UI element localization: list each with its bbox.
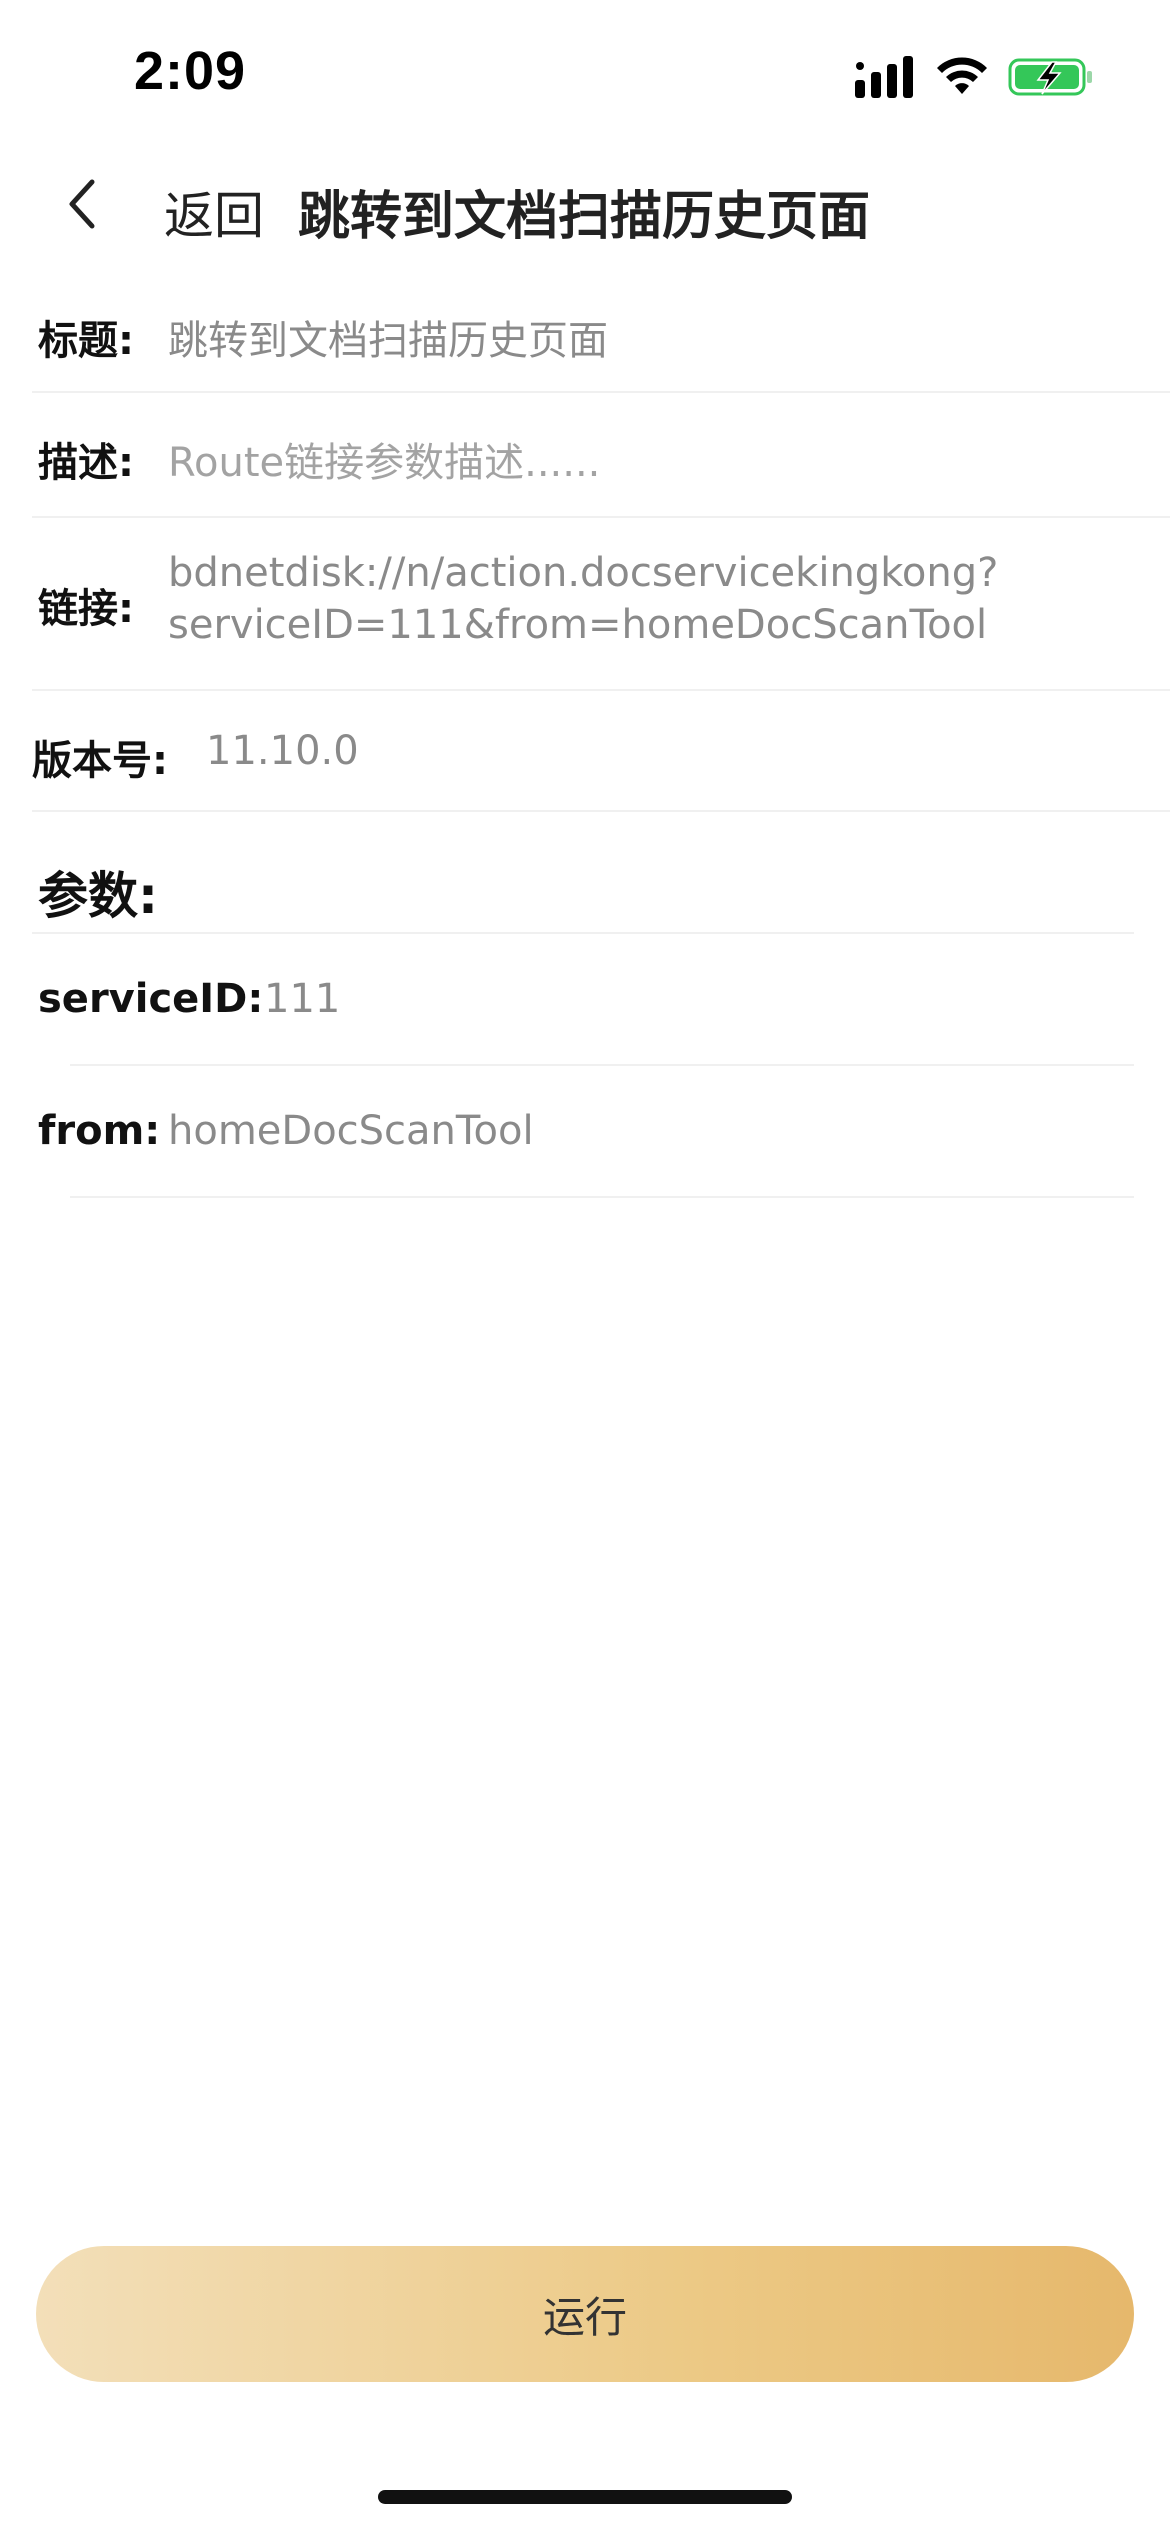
desc-label: 描述:	[38, 440, 134, 486]
title-row: 标题: 跳转到文档扫描历史页面	[32, 300, 1170, 390]
link-line-2[interactable]: serviceID=111&from=homeDocScanTool	[168, 602, 987, 648]
divider	[32, 689, 1170, 691]
run-button[interactable]: 运行	[36, 2246, 1134, 2382]
cellular-signal-icon	[855, 56, 913, 98]
divider	[70, 1064, 1134, 1066]
divider	[32, 932, 1134, 934]
home-indicator[interactable]	[378, 2490, 792, 2504]
divider	[32, 810, 1170, 812]
version-label: 版本号:	[32, 738, 168, 784]
link-label: 链接:	[38, 586, 134, 632]
link-row: 链接: bdnetdisk://n/action.docservicekingk…	[32, 548, 1170, 678]
title-field[interactable]: 跳转到文档扫描历史页面	[168, 308, 608, 366]
title-label: 标题:	[38, 318, 134, 364]
back-button[interactable]: 返回	[164, 176, 264, 248]
run-button-label: 运行	[542, 2292, 627, 2342]
param-key: serviceID:	[38, 976, 264, 1022]
divider	[32, 391, 1170, 393]
param-value-field[interactable]: 111	[264, 976, 340, 1022]
divider	[70, 1196, 1134, 1198]
desc-field[interactable]: Route链接参数描述......	[168, 430, 600, 488]
param-value-field[interactable]: homeDocScanTool	[168, 1108, 534, 1154]
divider	[32, 516, 1170, 518]
link-line-1[interactable]: bdnetdisk://n/action.docservicekingkong?	[168, 550, 998, 596]
chevron-left-icon[interactable]	[62, 176, 102, 232]
param-key: from:	[38, 1108, 161, 1154]
version-row: 版本号: 11.10.0	[26, 720, 1170, 810]
params-title: 参数:	[38, 867, 158, 925]
param-row: from: homeDocScanTool	[32, 1102, 1170, 1182]
version-field[interactable]: 11.10.0	[206, 728, 359, 774]
param-row: serviceID: 111	[32, 970, 1170, 1050]
battery-charging-icon	[1008, 58, 1092, 96]
desc-row: 描述: Route链接参数描述......	[32, 422, 1170, 512]
status-time: 2:09	[134, 41, 247, 101]
screen: 2:09 返回 跳转到文档扫描历史页面 标题: 跳转到文档扫描历史页面 描述: …	[0, 0, 1170, 2532]
wifi-icon	[937, 57, 987, 94]
page-title: 跳转到文档扫描历史页面	[298, 187, 871, 247]
